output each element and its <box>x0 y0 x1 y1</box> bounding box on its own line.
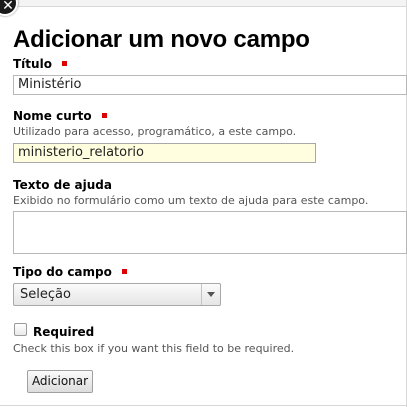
field-type-label-text: Tipo do campo <box>13 265 112 279</box>
short-name-input[interactable]: ministerio_relatorio <box>13 143 316 163</box>
required-marker-icon <box>101 113 107 118</box>
title-label-text: Título <box>13 57 52 71</box>
required-label[interactable]: Required <box>33 325 94 339</box>
short-name-help: Utilizado para acesso, programático, a e… <box>13 125 297 138</box>
required-marker-icon <box>121 269 127 274</box>
required-marker-icon <box>61 61 67 66</box>
field-type-label: Tipo do campo <box>13 265 127 279</box>
help-text-textarea[interactable] <box>13 211 407 254</box>
field-type-select[interactable]: Seleção <box>13 283 221 306</box>
chevron-down-icon <box>207 292 215 297</box>
field-type-selected-value: Seleção <box>20 287 71 302</box>
overlay-top-edge <box>0 0 407 7</box>
help-text-field-label: Texto de ajuda <box>13 178 112 192</box>
short-name-field-label: Nome curto <box>13 109 107 123</box>
dropdown-arrow-zone[interactable] <box>201 284 220 305</box>
overlay-bottom-edge <box>0 405 407 406</box>
title-input[interactable]: Ministério <box>13 75 407 95</box>
add-button[interactable]: Adicionar <box>27 370 93 393</box>
required-help: Check this box if you want this field to… <box>13 342 295 355</box>
help-text-help: Exibido no formulário como um texto de a… <box>13 194 369 207</box>
close-icon[interactable]: ✕ <box>0 0 18 16</box>
short-name-label-text: Nome curto <box>13 109 92 123</box>
dialog-title: Adicionar um novo campo <box>13 26 310 53</box>
required-checkbox[interactable] <box>14 323 27 336</box>
title-field-label: Título <box>13 57 67 71</box>
